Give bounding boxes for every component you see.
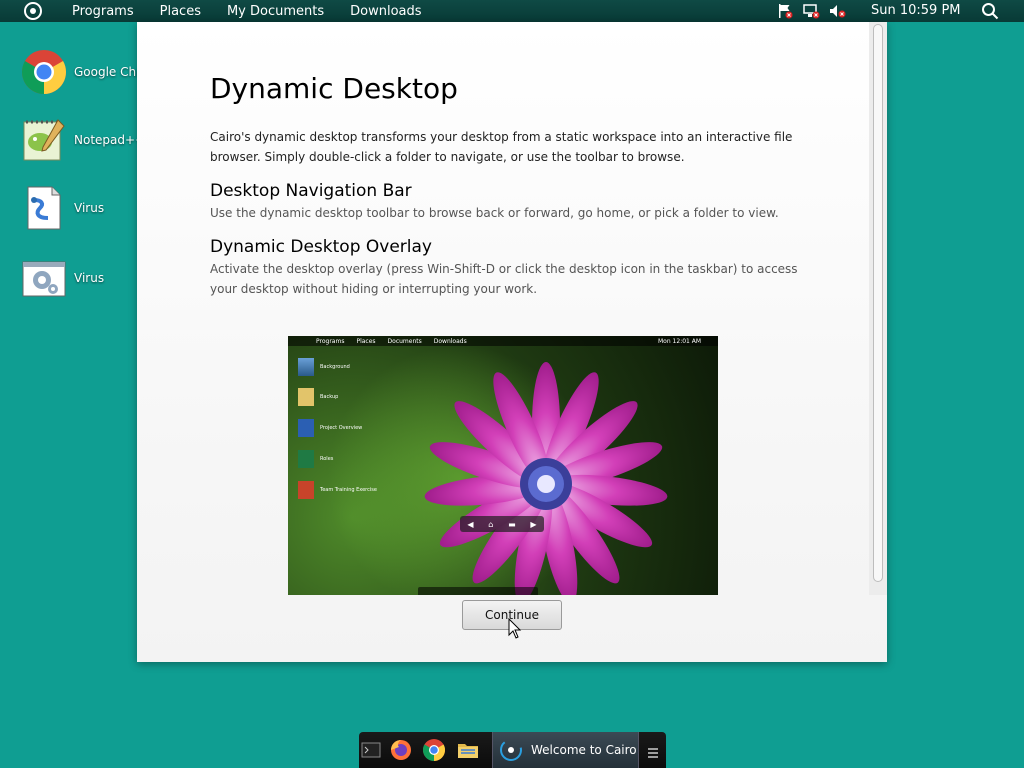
- preview-taskbar: [418, 587, 538, 595]
- preview-icon-label: Project Overview: [320, 425, 363, 431]
- word-document-icon: [298, 419, 314, 437]
- desktop-icon-notepadpp[interactable]: Notepad++: [20, 112, 150, 168]
- preview-icon-project-overview: Project Overview: [298, 419, 362, 437]
- desktop-icon-label: Notepad++: [74, 133, 146, 147]
- cairo-loading-icon: [499, 738, 523, 762]
- system-tray: [776, 3, 846, 19]
- mouse-cursor-icon: [508, 617, 522, 640]
- taskbar: Welcome to Cairo: [359, 732, 666, 768]
- menu-places[interactable]: Places: [160, 4, 201, 19]
- desktop-icon-virus-settings[interactable]: Virus: [20, 250, 150, 306]
- volume-muted-icon[interactable]: [828, 3, 846, 19]
- menu-bar: Programs Places My Documents Downloads S…: [0, 0, 1024, 22]
- folder-icon[interactable]: [456, 738, 480, 762]
- menu-downloads[interactable]: Downloads: [350, 4, 421, 19]
- search-icon[interactable]: [981, 2, 999, 20]
- preview-menu-places: Places: [356, 337, 376, 345]
- excel-document-icon: [298, 450, 314, 468]
- preview-icon-roles: Roles: [298, 450, 333, 468]
- intro-text: Cairo's dynamic desktop transforms your …: [210, 130, 793, 164]
- section-heading-overlay: Dynamic Desktop Overlay: [210, 237, 432, 257]
- chrome-icon[interactable]: [422, 738, 446, 762]
- terminal-icon[interactable]: [359, 738, 383, 762]
- chrome-icon: [20, 48, 68, 96]
- preview-icon-label: Background: [320, 364, 350, 370]
- menu-my-documents[interactable]: My Documents: [227, 4, 324, 19]
- hamburger-menu-icon[interactable]: [647, 744, 659, 758]
- preview-menu-downloads: Downloads: [433, 337, 467, 345]
- welcome-window: Dynamic Desktop Cairo's dynamic desktop …: [137, 22, 887, 662]
- preview-icon-team-training: Team Training Exercise: [298, 481, 377, 499]
- image-icon: [298, 358, 314, 376]
- preview-navigation-toolbar: ◀ ⌂ ▬ ▶: [460, 516, 544, 532]
- cairo-menu-icon[interactable]: [24, 2, 42, 20]
- home-icon: ⌂: [488, 519, 494, 529]
- menu-programs[interactable]: Programs: [72, 4, 134, 19]
- forward-arrow-icon: ▶: [530, 519, 537, 529]
- preview-menu-documents: Documents: [387, 337, 422, 345]
- settings-file-icon: [20, 254, 68, 302]
- desktop-icon-chrome[interactable]: Google Chro: [20, 44, 150, 100]
- network-disconnected-icon[interactable]: [802, 3, 820, 19]
- preview-icon-label: Team Training Exercise: [320, 487, 377, 493]
- powerpoint-document-icon: [298, 481, 314, 499]
- welcome-content: Dynamic Desktop Cairo's dynamic desktop …: [210, 72, 810, 299]
- flag-alert-icon[interactable]: [776, 3, 794, 19]
- preview-icon-background: Background: [298, 358, 350, 376]
- desktop-icon-label: Virus: [74, 271, 105, 285]
- back-arrow-icon: ◀: [467, 519, 474, 529]
- clock[interactable]: Sun 10:59 PM: [871, 3, 961, 18]
- section-text-overlay: Activate the desktop overlay (press Win-…: [210, 262, 798, 296]
- section-heading-navigation-bar: Desktop Navigation Bar: [210, 181, 412, 201]
- preview-clock: Mon 12:01 AM: [658, 337, 702, 345]
- notepadpp-icon: [20, 116, 68, 164]
- browse-icon: ▬: [508, 519, 516, 529]
- preview-icon-label: Backup: [320, 394, 339, 400]
- desktop-icon-label: Virus: [74, 201, 105, 215]
- preview-icon-backup: Backup: [298, 388, 338, 406]
- script-file-icon: [20, 184, 68, 232]
- taskbar-item-welcome[interactable]: Welcome to Cairo: [492, 732, 639, 768]
- desktop-icon-virus-script[interactable]: Virus: [20, 180, 150, 236]
- preview-menu-programs: Programs: [316, 337, 345, 345]
- section-text-navigation-bar: Use the dynamic desktop toolbar to brows…: [210, 206, 779, 220]
- taskbar-item-label: Welcome to Cairo: [531, 743, 637, 757]
- page-title: Dynamic Desktop: [210, 72, 458, 105]
- folder-icon: [298, 388, 314, 406]
- preview-menu-bar: Programs Places Documents Downloads Mon …: [288, 336, 718, 346]
- preview-icon-label: Roles: [320, 456, 334, 462]
- scrollbar-thumb[interactable]: [873, 24, 883, 582]
- dynamic-desktop-preview-image: Programs Places Documents Downloads Mon …: [288, 336, 718, 595]
- firefox-icon[interactable]: [389, 738, 413, 762]
- flower-image: [424, 362, 668, 595]
